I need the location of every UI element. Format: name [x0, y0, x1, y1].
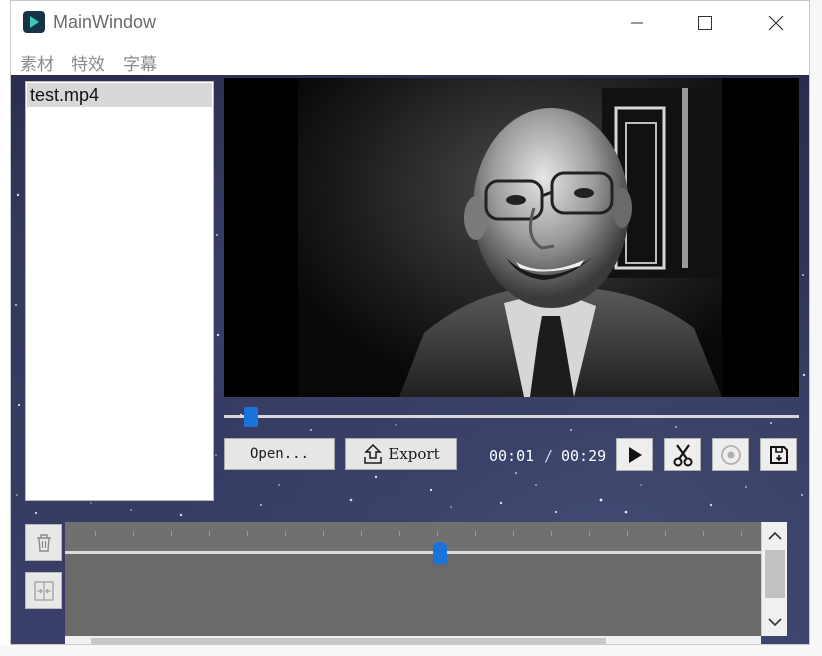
- timeline-horizontal-scrollbar[interactable]: [65, 636, 761, 644]
- media-file-list[interactable]: test.mp4: [25, 81, 214, 501]
- window-title: MainWindow: [53, 12, 157, 32]
- video-seek-slider[interactable]: [224, 405, 799, 429]
- timeline-playhead-handle[interactable]: [433, 542, 447, 564]
- menu-item-effects[interactable]: 特效: [71, 50, 105, 75]
- record-icon: [720, 444, 741, 465]
- title-bar: MainWindow: [11, 1, 809, 45]
- scissors-icon: [673, 443, 692, 466]
- main-window: MainWindow 素材 特效 字幕 test.mp4 Open... Exp…: [10, 0, 810, 645]
- chevron-down-icon: [767, 618, 782, 627]
- video-frame-image: [224, 78, 799, 397]
- record-button[interactable]: [712, 438, 749, 471]
- trash-icon: [36, 533, 51, 552]
- save-icon: [769, 445, 788, 464]
- timeline-ruler: [65, 522, 761, 552]
- scrollbar-thumb[interactable]: [765, 550, 785, 598]
- cut-button[interactable]: [664, 438, 701, 471]
- menu-item-subtitles[interactable]: 字幕: [123, 50, 157, 75]
- seek-track: [224, 415, 799, 418]
- close-icon: [768, 15, 784, 31]
- play-button[interactable]: [616, 438, 653, 471]
- background-window-edge: [810, 0, 822, 656]
- file-list-item[interactable]: test.mp4: [27, 83, 212, 107]
- main-content: test.mp4 Open... Export 00:01 / 00:29: [11, 75, 809, 644]
- scroll-down-button[interactable]: [762, 610, 787, 634]
- menu-bar: 素材 特效 字幕: [11, 45, 809, 75]
- save-button[interactable]: [760, 438, 797, 471]
- maximize-icon: [698, 16, 712, 30]
- export-button[interactable]: Export: [345, 438, 457, 470]
- open-button[interactable]: Open...: [224, 438, 335, 470]
- timeline-track[interactable]: [65, 522, 761, 644]
- open-button-label: Open...: [249, 446, 309, 462]
- split-icon: [33, 580, 54, 601]
- timeline-playhead-line: [65, 551, 761, 554]
- horizontal-scrollbar-thumb[interactable]: [91, 638, 606, 644]
- seek-handle[interactable]: [244, 407, 258, 427]
- minimize-button[interactable]: [614, 1, 660, 45]
- menu-item-material[interactable]: 素材: [20, 50, 54, 75]
- chevron-up-icon: [767, 531, 782, 540]
- time-separator: /: [544, 447, 554, 465]
- video-preview[interactable]: [224, 78, 799, 397]
- play-icon: [628, 446, 642, 463]
- upload-icon: [364, 443, 383, 464]
- delete-clip-button[interactable]: [25, 524, 62, 561]
- maximize-button[interactable]: [682, 1, 728, 45]
- split-clip-button[interactable]: [25, 572, 62, 609]
- total-time: 00:29: [561, 447, 607, 465]
- export-button-label: Export: [388, 445, 440, 463]
- minimize-icon: [631, 22, 643, 24]
- close-button[interactable]: [753, 1, 799, 45]
- app-logo-icon: [23, 11, 45, 33]
- scroll-up-button[interactable]: [762, 524, 787, 548]
- background-window-bottom: [0, 645, 822, 656]
- current-time: 00:01: [489, 447, 535, 465]
- timeline-vertical-scrollbar[interactable]: [761, 522, 787, 636]
